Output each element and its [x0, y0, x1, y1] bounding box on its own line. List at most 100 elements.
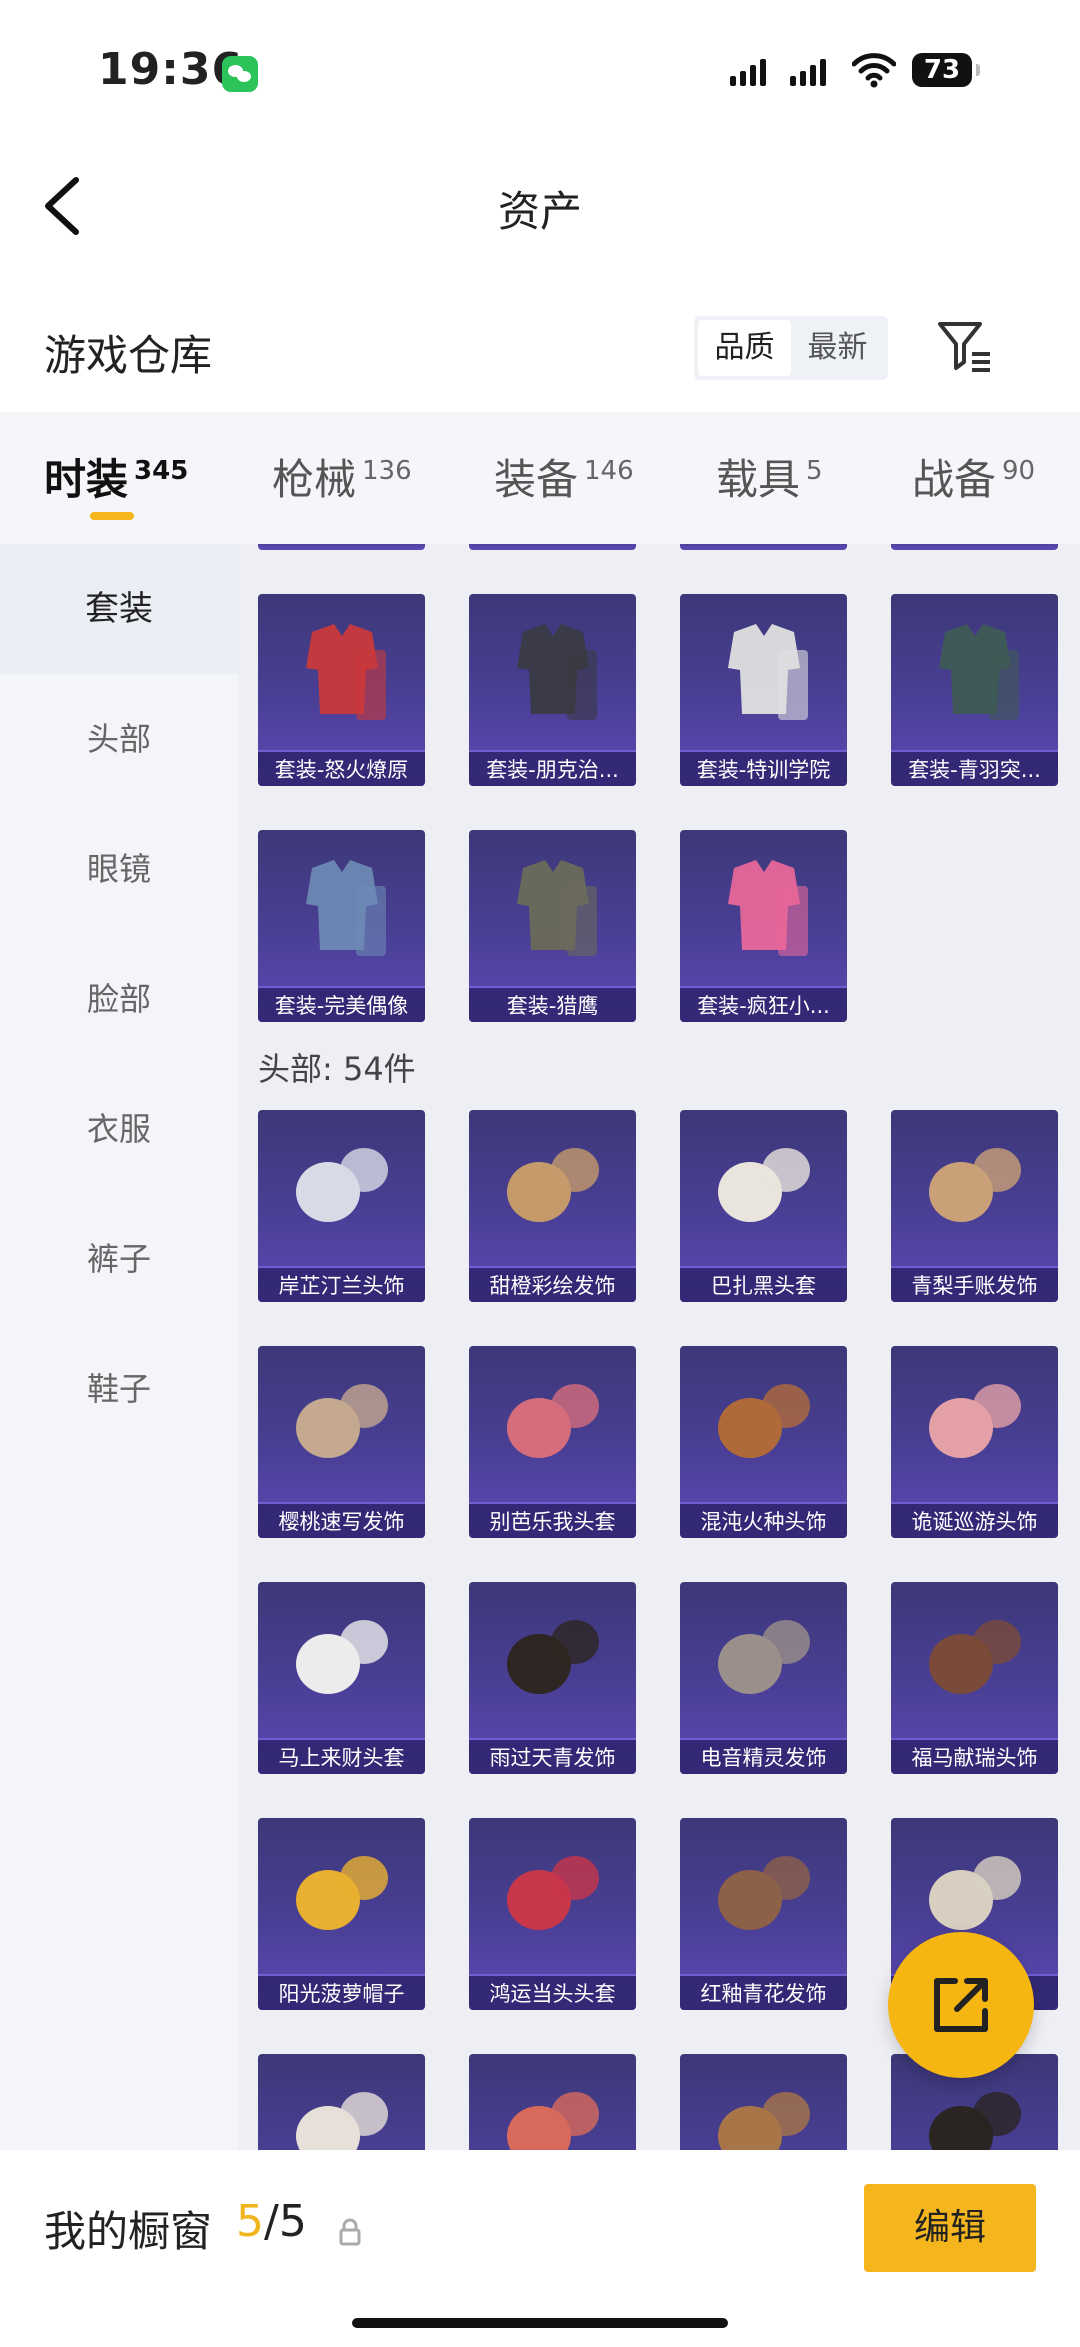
head-item-card[interactable]: 鸿运当头头套 — [469, 1818, 636, 2010]
signal-icon — [730, 58, 766, 86]
suit-card[interactable]: 套装-猎鹰 — [469, 830, 636, 1022]
suit-card[interactable]: 套装-朋克治... — [469, 594, 636, 786]
item-label: 红釉青花发饰 — [680, 1974, 847, 2010]
tab-guns[interactable]: 枪械 136 — [272, 446, 412, 507]
sidebar-item-glasses[interactable]: 眼镜 — [0, 804, 238, 934]
item-label: 鸿运当头头套 — [469, 1974, 636, 2010]
item-label: 套装-怒火燎原 — [258, 750, 425, 786]
item-card[interactable] — [891, 544, 1058, 550]
item-label: 套装-特训学院 — [680, 750, 847, 786]
head-item-card[interactable]: 别芭乐我头套 — [469, 1346, 636, 1538]
edit-button[interactable]: 编辑 — [864, 2184, 1036, 2272]
headwear-image — [717, 1384, 810, 1458]
tab-count: 136 — [362, 456, 412, 486]
head-item-card[interactable]: 福马献瑞头饰 — [891, 1582, 1058, 1774]
nav-bar: 资产 — [0, 150, 1080, 260]
headwear-image — [928, 2092, 1021, 2150]
headwear-image — [295, 1856, 388, 1930]
tab-label: 枪械 — [272, 455, 357, 504]
item-label: 甜橙彩绘发饰 — [469, 1266, 636, 1302]
item-card[interactable] — [258, 544, 425, 550]
bottom-bar: 我的橱窗 5/5 编辑 — [0, 2150, 1080, 2347]
sort-option-quality[interactable]: 品质 — [698, 320, 791, 376]
warehouse-title: 游戏仓库 — [44, 331, 213, 380]
item-label: 阳光菠萝帽子 — [258, 1974, 425, 2010]
item-label: 套装-青羽突... — [891, 750, 1058, 786]
category-tabs: 时装 345 枪械 136 装备 146 载具 5 战备 90 — [0, 412, 1080, 544]
tab-vehicles[interactable]: 载具 5 — [716, 446, 823, 507]
item-label: 福马献瑞头饰 — [891, 1738, 1058, 1774]
head-item-card[interactable]: 雨过天青发饰 — [469, 1582, 636, 1774]
headwear-image — [717, 1620, 810, 1694]
signal-icon-secondary — [790, 58, 826, 86]
item-card[interactable] — [469, 544, 636, 550]
item-card[interactable] — [680, 544, 847, 550]
headwear-image — [928, 1384, 1021, 1458]
headwear-image — [506, 1620, 599, 1694]
warehouse-header: 游戏仓库 品质 最新 — [0, 300, 1080, 400]
suit-card[interactable]: 套装-青羽突... — [891, 594, 1058, 786]
sort-toggle: 品质 最新 — [694, 316, 888, 380]
head-item-card[interactable]: 阳光菠萝帽子 — [258, 1818, 425, 2010]
showcase-current: 5 — [236, 2196, 264, 2247]
head-item-card[interactable]: 诡诞巡游头饰 — [891, 1346, 1058, 1538]
outfit-image — [516, 624, 597, 720]
showcase-label: 我的橱窗 — [44, 2207, 213, 2256]
head-item-card[interactable]: 樱桃速写发饰 — [258, 1346, 425, 1538]
suit-card[interactable]: 套装-疯狂小... — [680, 830, 847, 1022]
suit-card[interactable]: 套装-完美偶像 — [258, 830, 425, 1022]
item-grid-area[interactable]: 套装-怒火燎原 套装-朋克治... 套装-特训学院 套装-青羽突... 套装-完美偶像 套… — [238, 544, 1080, 2150]
item-label: 巴扎黑头套 — [680, 1266, 847, 1302]
headwear-image — [717, 1148, 810, 1222]
suit-grid: 套装-怒火燎原 套装-朋克治... 套装-特训学院 套装-青羽突... 套装-完美偶像 套… — [258, 594, 1058, 1022]
head-item-card[interactable]: 岸芷汀兰头饰 — [258, 1110, 425, 1302]
headwear-image — [506, 1384, 599, 1458]
headwear-image — [506, 1148, 599, 1222]
sidebar-item-clothes[interactable]: 衣服 — [0, 1064, 238, 1194]
wifi-icon — [852, 53, 896, 88]
tab-fashion[interactable]: 时装 345 — [44, 446, 188, 507]
head-item-card[interactable]: 巴扎黑头套 — [680, 1110, 847, 1302]
sidebar-item-head[interactable]: 头部 — [0, 674, 238, 804]
showcase-total: /5 — [264, 2196, 307, 2247]
item-label: 套装-猎鹰 — [469, 986, 636, 1022]
tab-equipment[interactable]: 装备 146 — [494, 446, 634, 507]
showcase-count: 5/5 — [236, 2196, 307, 2247]
head-item-card[interactable] — [469, 2054, 636, 2150]
head-item-card[interactable]: 甜橙彩绘发饰 — [469, 1110, 636, 1302]
lock-icon — [339, 2218, 361, 2246]
head-item-card[interactable]: 青梨手账发饰 — [891, 1110, 1058, 1302]
sidebar-item-suit[interactable]: 套装 — [0, 544, 238, 674]
head-item-card[interactable] — [680, 2054, 847, 2150]
outfit-image — [516, 860, 597, 956]
sidebar-item-shoes[interactable]: 鞋子 — [0, 1324, 238, 1454]
item-label: 套装-疯狂小... — [680, 986, 847, 1022]
outfit-image — [727, 860, 808, 956]
item-label: 别芭乐我头套 — [469, 1502, 636, 1538]
sidebar-item-pants[interactable]: 裤子 — [0, 1194, 238, 1324]
sidebar-item-face[interactable]: 脸部 — [0, 934, 238, 1064]
outfit-image — [727, 624, 808, 720]
head-item-card[interactable]: 电音精灵发饰 — [680, 1582, 847, 1774]
head-item-card[interactable]: 马上来财头套 — [258, 1582, 425, 1774]
item-label: 樱桃速写发饰 — [258, 1502, 425, 1538]
sidebar: 套装 头部 眼镜 脸部 衣服 裤子 鞋子 — [0, 544, 238, 2150]
tab-label: 装备 — [494, 455, 579, 504]
status-bar: 19:36 73 — [0, 0, 1080, 130]
head-item-card[interactable]: 混沌火种头饰 — [680, 1346, 847, 1538]
head-item-card[interactable]: 红釉青花发饰 — [680, 1818, 847, 2010]
tab-combat-gear[interactable]: 战备 90 — [912, 446, 1035, 507]
suit-card[interactable]: 套装-怒火燎原 — [258, 594, 425, 786]
head-item-card[interactable] — [258, 2054, 425, 2150]
suit-card[interactable]: 套装-特训学院 — [680, 594, 847, 786]
share-button[interactable] — [888, 1932, 1034, 2078]
wechat-icon — [222, 56, 258, 92]
sort-option-latest[interactable]: 最新 — [791, 320, 884, 376]
filter-icon[interactable] — [936, 318, 994, 376]
item-label: 雨过天青发饰 — [469, 1738, 636, 1774]
headwear-image — [928, 1620, 1021, 1694]
battery-indicator: 73 — [912, 53, 980, 87]
headwear-image — [295, 1148, 388, 1222]
item-label: 混沌火种头饰 — [680, 1502, 847, 1538]
item-label: 马上来财头套 — [258, 1738, 425, 1774]
